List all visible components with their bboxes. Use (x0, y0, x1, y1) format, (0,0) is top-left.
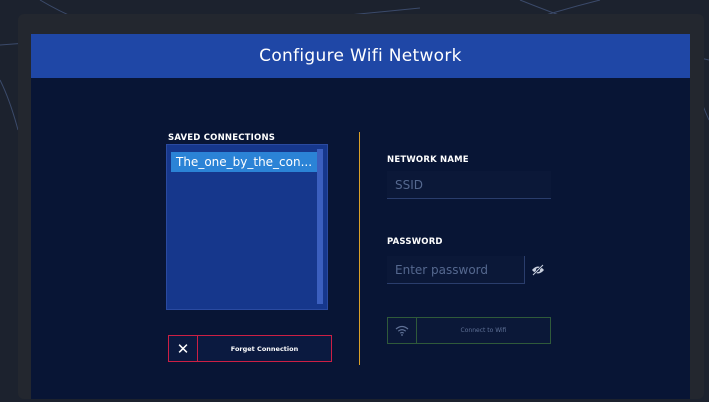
network-name-label: NETWORK NAME (387, 155, 469, 165)
forget-connection-button[interactable]: ✕ Forget Connection (168, 335, 332, 362)
ssid-input[interactable] (387, 171, 551, 199)
password-visibility-toggle[interactable] (524, 256, 551, 284)
panel-body (31, 78, 690, 399)
forget-connection-label: Forget Connection (230, 344, 299, 353)
list-scrollbar[interactable] (317, 149, 323, 304)
password-label: PASSWORD (387, 237, 443, 247)
connect-to-wifi-label: Connect to Wifi (460, 327, 507, 334)
close-icon: ✕ (169, 336, 198, 361)
page-title: Configure Wifi Network (259, 46, 462, 66)
saved-connections-list[interactable]: The_one_by_the_con... (166, 144, 328, 310)
connect-to-wifi-button[interactable]: Connect to Wifi (387, 317, 551, 344)
password-input[interactable] (387, 256, 524, 284)
panel-header: Configure Wifi Network (31, 34, 690, 78)
list-item[interactable]: The_one_by_the_con... (171, 152, 321, 172)
app-frame: Configure Wifi Network SAVED CONNECTIONS… (0, 0, 709, 402)
eye-off-icon (532, 264, 544, 276)
wifi-icon (388, 318, 417, 343)
saved-connections-label: SAVED CONNECTIONS (168, 133, 276, 143)
section-divider (359, 132, 360, 365)
wifi-config-panel: Configure Wifi Network SAVED CONNECTIONS… (31, 34, 690, 399)
